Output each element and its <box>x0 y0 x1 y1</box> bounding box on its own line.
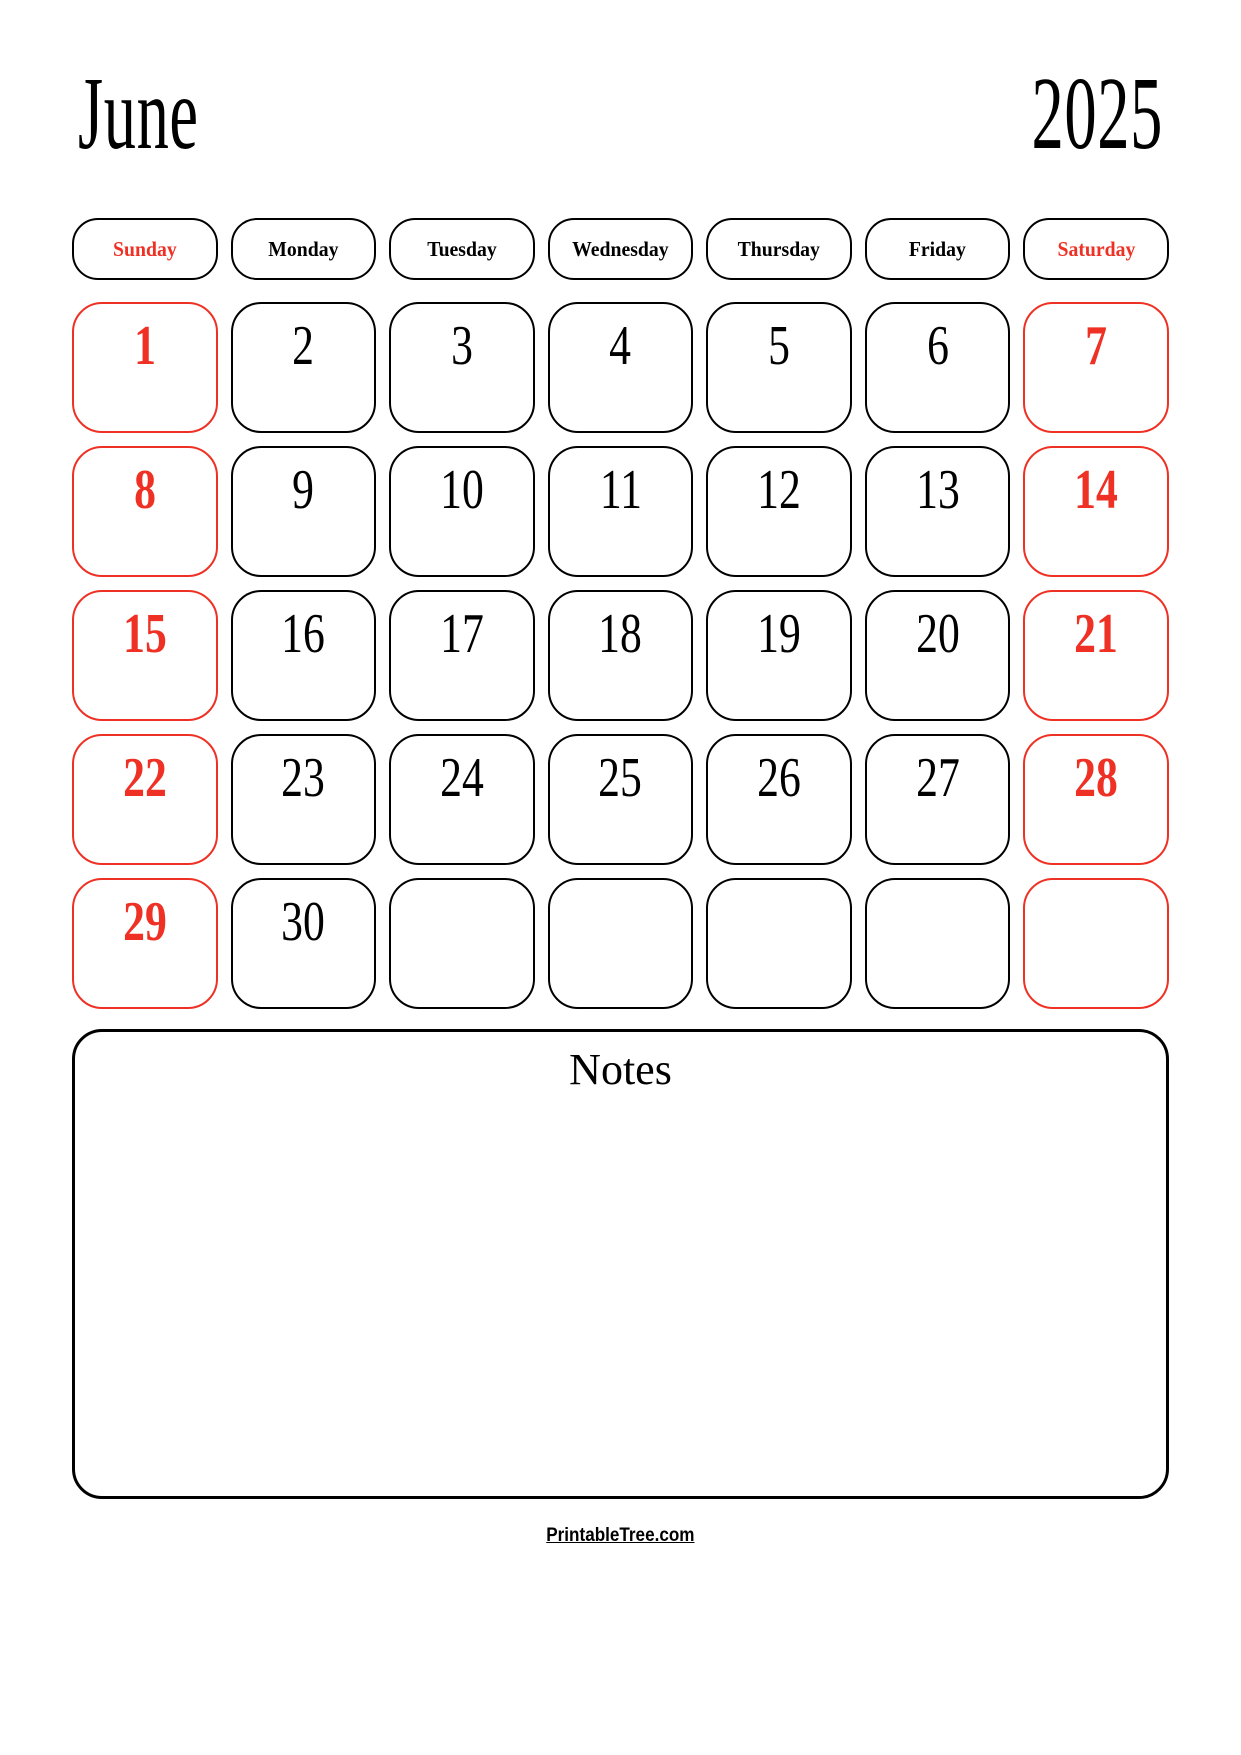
day-number: 1 <box>133 315 156 377</box>
day-cell-22[interactable]: 22 <box>72 734 218 865</box>
weekday-header-thursday: Thursday <box>706 218 852 280</box>
day-number: 8 <box>133 459 156 521</box>
day-number: 20 <box>915 603 960 665</box>
day-cell-19[interactable]: 19 <box>706 590 852 721</box>
day-number: 4 <box>609 315 632 377</box>
day-cell-8[interactable]: 8 <box>72 446 218 577</box>
day-cell-16[interactable]: 16 <box>230 590 377 721</box>
day-number: 19 <box>757 603 801 665</box>
week-row: 29 30 <box>72 878 1169 1009</box>
day-number: 21 <box>1074 603 1119 665</box>
calendar-page: June 2025 Sunday Monday Tuesday Wednesday Th… <box>0 0 1241 1755</box>
day-number: 11 <box>599 459 642 521</box>
day-cell-15[interactable]: 15 <box>72 590 218 721</box>
day-number: 10 <box>440 459 484 521</box>
weekday-label: Wednesday <box>572 236 669 261</box>
day-cell-21[interactable]: 21 <box>1023 590 1169 721</box>
day-cell-23[interactable]: 23 <box>230 734 377 865</box>
day-cell-18[interactable]: 18 <box>547 590 694 721</box>
day-number: 9 <box>292 459 315 521</box>
day-number: 17 <box>440 603 484 665</box>
week-row: 22 23 24 25 26 27 28 <box>72 734 1169 865</box>
day-number: 14 <box>1074 459 1119 521</box>
day-cell-3[interactable]: 3 <box>389 302 535 433</box>
day-number: 6 <box>926 315 949 377</box>
notes-box[interactable]: Notes <box>72 1029 1169 1499</box>
weekday-header-row: Sunday Monday Tuesday Wednesday Thursday Frid… <box>72 218 1169 280</box>
day-cell-26[interactable]: 26 <box>706 734 852 865</box>
day-number: 27 <box>915 747 960 809</box>
day-number: 26 <box>757 747 801 809</box>
calendar-title: June 2025 <box>72 62 1169 192</box>
week-row: 1 2 3 4 5 6 7 <box>72 302 1169 433</box>
calendar-weeks: 1 2 3 4 5 6 7 8 9 10 11 12 13 14 15 16 17 18 19 20 21 22 23 24 2… <box>72 302 1169 1009</box>
day-number: 25 <box>598 747 643 809</box>
day-number: 24 <box>440 747 484 809</box>
weekday-header-saturday: Saturday <box>1023 218 1169 280</box>
day-cell-13[interactable]: 13 <box>864 446 1011 577</box>
day-number: 12 <box>757 459 801 521</box>
month-title: June <box>78 56 199 171</box>
day-cell-7[interactable]: 7 <box>1023 302 1169 433</box>
day-cell-empty[interactable] <box>864 878 1011 1009</box>
weekday-label: Tuesday <box>427 236 497 261</box>
day-cell-20[interactable]: 20 <box>864 590 1011 721</box>
day-number: 23 <box>281 747 326 809</box>
day-cell-empty[interactable] <box>1023 878 1169 1009</box>
day-number: 15 <box>122 603 167 665</box>
day-cell-29[interactable]: 29 <box>72 878 218 1009</box>
day-cell-9[interactable]: 9 <box>230 446 377 577</box>
weekday-label: Thursday <box>737 236 821 261</box>
printabletree-link[interactable]: PrintableTree.com <box>546 1525 694 1547</box>
day-cell-28[interactable]: 28 <box>1023 734 1169 865</box>
weekday-header-tuesday: Tuesday <box>389 218 535 280</box>
day-cell-14[interactable]: 14 <box>1023 446 1169 577</box>
day-cell-empty[interactable] <box>706 878 852 1009</box>
day-cell-2[interactable]: 2 <box>230 302 377 433</box>
day-number: 3 <box>451 315 473 377</box>
day-number: 29 <box>122 891 167 953</box>
day-cell-24[interactable]: 24 <box>389 734 535 865</box>
day-cell-25[interactable]: 25 <box>547 734 694 865</box>
weekday-label: Saturday <box>1057 236 1136 261</box>
weekday-header-wednesday: Wednesday <box>547 218 694 280</box>
day-number: 13 <box>915 459 960 521</box>
day-number: 16 <box>281 603 326 665</box>
notes-writing-area[interactable] <box>75 1092 1166 1496</box>
weekday-label: Sunday <box>112 236 177 261</box>
weekday-header-sunday: Sunday <box>72 218 218 280</box>
weekday-header-monday: Monday <box>230 218 377 280</box>
day-cell-17[interactable]: 17 <box>389 590 535 721</box>
footer: PrintableTree.com <box>72 1525 1169 1547</box>
day-cell-10[interactable]: 10 <box>389 446 535 577</box>
weekday-label: Monday <box>268 236 339 261</box>
notes-title: Notes <box>569 1045 672 1094</box>
day-cell-empty[interactable] <box>389 878 535 1009</box>
day-cell-5[interactable]: 5 <box>706 302 852 433</box>
week-row: 15 16 17 18 19 20 21 <box>72 590 1169 721</box>
day-number: 30 <box>281 891 326 953</box>
day-cell-1[interactable]: 1 <box>72 302 218 433</box>
day-cell-empty[interactable] <box>547 878 694 1009</box>
year-title: 2025 <box>1031 56 1163 171</box>
day-number: 5 <box>768 315 790 377</box>
week-row: 8 9 10 11 12 13 14 <box>72 446 1169 577</box>
day-number: 22 <box>122 747 167 809</box>
day-cell-6[interactable]: 6 <box>864 302 1011 433</box>
day-cell-30[interactable]: 30 <box>230 878 377 1009</box>
day-cell-4[interactable]: 4 <box>547 302 694 433</box>
day-number: 2 <box>292 315 315 377</box>
day-number: 7 <box>1085 315 1108 377</box>
day-cell-11[interactable]: 11 <box>547 446 694 577</box>
day-cell-12[interactable]: 12 <box>706 446 852 577</box>
weekday-label: Friday <box>909 236 967 261</box>
day-number: 28 <box>1074 747 1119 809</box>
day-number: 18 <box>598 603 643 665</box>
weekday-header-friday: Friday <box>864 218 1011 280</box>
day-cell-27[interactable]: 27 <box>864 734 1011 865</box>
